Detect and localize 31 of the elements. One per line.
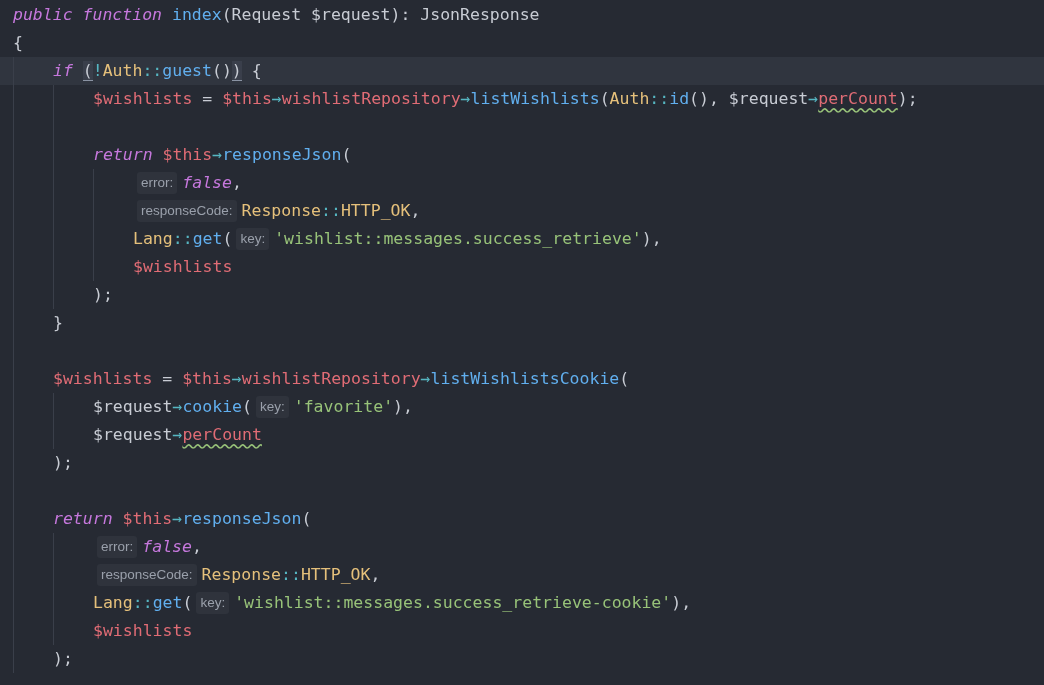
- code-text: $request→cookie(: [93, 396, 252, 418]
- code-text: }: [53, 312, 63, 334]
- code-text: {: [13, 32, 23, 54]
- code-text: return $this→responseJson(: [53, 508, 312, 530]
- code-text: Lang::get(: [133, 228, 233, 250]
- code-text: );: [93, 284, 113, 306]
- parameter-hint: error:: [97, 536, 138, 558]
- code-text: );: [53, 648, 73, 670]
- code-text: 'favorite'),: [293, 396, 413, 418]
- code-text: if (!Auth::guest()) {: [53, 60, 262, 83]
- code-text: false,: [142, 536, 202, 558]
- parameter-hint: responseCode:: [97, 564, 197, 586]
- code-text: public function index(Request $request): JsonResponse: [13, 4, 540, 26]
- code-text: Lang::get(: [93, 592, 193, 614]
- parameter-hint: error:: [137, 172, 178, 194]
- code-text: Response::HTTP_OK,: [241, 200, 421, 222]
- parameter-hint: key:: [255, 396, 289, 418]
- code-text: return $this→responseJson(: [93, 144, 352, 166]
- code-text: $wishlists: [93, 620, 193, 642]
- parameter-hint: key:: [196, 592, 230, 614]
- code-text: );: [53, 452, 73, 474]
- code-text: 'wishlist::messages.success_retrieve'),: [274, 228, 662, 250]
- parameter-hint: key:: [236, 228, 270, 250]
- code-text: Response::HTTP_OK,: [201, 564, 381, 586]
- code-text: $wishlists = $this→wishlistRepository→listWishlists(Auth::id(), $request→perCount);: [93, 88, 918, 110]
- code-text: false,: [182, 172, 242, 194]
- parameter-hint: responseCode:: [137, 200, 237, 222]
- code-text: $wishlists = $this→wishlistRepository→listWishlistsCookie(: [53, 368, 630, 390]
- code-text: 'wishlist::messages.success_retrieve-cookie'),: [234, 592, 692, 614]
- code-text: $wishlists: [133, 256, 233, 278]
- code-text: $request→perCount: [93, 424, 262, 446]
